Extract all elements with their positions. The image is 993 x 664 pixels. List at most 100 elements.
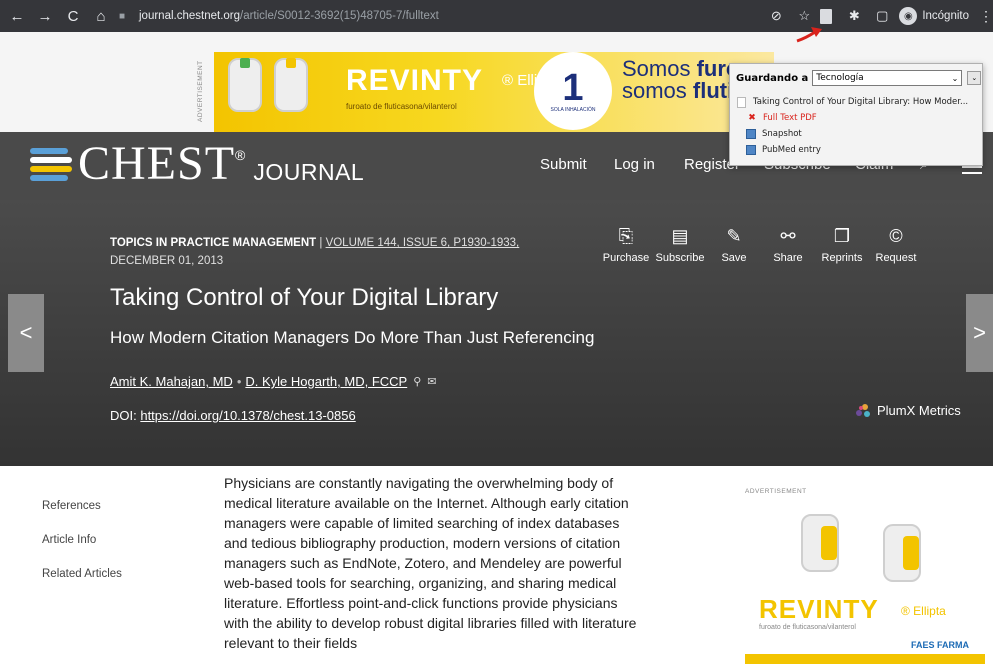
ad-tagline-prefix: somos	[622, 78, 693, 103]
zotero-collection-row: Guardando a Tecnología ⌄ ⌄	[736, 70, 982, 86]
sidebar-ad-company: FAES FARMA	[911, 640, 970, 650]
left-nav-article-info[interactable]: Article Info	[42, 534, 122, 546]
reprints-icon: ❐	[833, 226, 851, 246]
chevron-down-icon: ⌄	[951, 73, 959, 83]
author-link[interactable]: Amit K. Mahajan, MD	[110, 374, 233, 389]
side-panel-icon[interactable]: ▢	[871, 5, 893, 27]
doi-line: DOI: https://doi.org/10.1378/chest.13-08…	[110, 408, 356, 423]
action-label: Save	[721, 252, 747, 264]
doi-link[interactable]: https://doi.org/10.1378/chest.13-0856	[140, 408, 355, 423]
url-host: journal.chestnet.org	[139, 10, 241, 22]
journal-icon: ▤	[671, 226, 689, 246]
inhaler-image	[801, 514, 839, 572]
save-button[interactable]: ✎ Save	[708, 224, 760, 264]
zotero-attachment[interactable]: PubMed entry	[746, 142, 968, 158]
chest-journal-logo[interactable]: CHEST ® JOURNAL	[30, 138, 364, 190]
forward-icon[interactable]: →	[34, 5, 56, 27]
copyright-icon: ©	[889, 226, 903, 246]
nav-login[interactable]: Log in	[614, 156, 655, 173]
document-icon	[737, 96, 746, 108]
url-path: /article/S0012-3692(15)48705-7/fulltext	[240, 10, 439, 22]
sidebar-ad-product-suffix: ® Ellipta	[901, 604, 946, 618]
plumx-metrics-link[interactable]: PlumX Metrics	[856, 403, 961, 418]
save-icon: ✎	[726, 226, 742, 246]
extensions-icon[interactable]: ✱	[843, 5, 865, 27]
ad-brand: REVINTY	[346, 64, 484, 97]
zotero-item[interactable]: Taking Control of Your Digital Library: …	[736, 94, 968, 110]
action-label: Reprints	[821, 252, 863, 264]
ad-circle-caption: SOLA INHALACIÓN	[550, 107, 596, 113]
ad-creative[interactable]: REVINTY ® Ellipta furoato de fluticasona…	[214, 52, 774, 132]
zotero-item-list: Taking Control of Your Digital Library: …	[736, 94, 968, 158]
incognito-label: Incógnito	[922, 10, 969, 22]
next-article-chevron-icon[interactable]: >	[966, 294, 993, 372]
zotero-collection-select[interactable]: Tecnología ⌄	[812, 70, 963, 86]
red-arrow-annotation	[796, 27, 822, 43]
incognito-profile[interactable]: ◉ Incógnito	[899, 7, 969, 25]
address-bar[interactable]: ■ journal.chestnet.org /article/S0012-36…	[115, 5, 745, 27]
zotero-saving-label: Guardando a	[736, 72, 809, 84]
inhaler-image	[274, 58, 308, 112]
article-subtitle: How Modern Citation Managers Do More Tha…	[110, 328, 595, 347]
inhaler-image	[883, 524, 921, 582]
ad-circle: 1 SOLA INHALACIÓN	[534, 52, 612, 130]
plumx-label: PlumX Metrics	[877, 403, 961, 418]
action-label: Share	[773, 252, 803, 264]
article-hero: < > TOPICS IN PRACTICE MANAGEMENT | VOLU…	[0, 200, 993, 466]
author-link[interactable]: D. Kyle Hogarth, MD, FCCP	[245, 374, 407, 389]
browser-toolbar: ← → C ⌂ ■ journal.chestnet.org /article/…	[0, 0, 993, 32]
pdf-icon: ⎘	[618, 226, 634, 246]
sidebar-ad-drug: furoato de fluticasona/vilanterol	[759, 624, 856, 631]
article-volume[interactable]: VOLUME 144, ISSUE 6, P1930-1933,	[326, 237, 520, 249]
sidebar-ad: ADVERTISEMENT REVINTY ® Ellipta furoato …	[745, 488, 985, 664]
meta-separator: |	[316, 237, 326, 249]
abstract-text: Physicians are constantly navigating the…	[224, 475, 637, 651]
back-icon[interactable]: ←	[6, 5, 28, 27]
article-left-nav: References Article Info Related Articles	[42, 500, 122, 602]
zotero-item-title: Taking Control of Your Digital Library: …	[753, 97, 969, 107]
author-list: Amit K. Mahajan, MD • D. Kyle Hogarth, M…	[110, 374, 437, 389]
prev-article-chevron-icon[interactable]: <	[8, 294, 44, 372]
reload-icon[interactable]: C	[62, 5, 84, 27]
eye-off-icon[interactable]: ⊘	[765, 5, 787, 27]
email-icon[interactable]: ✉	[427, 375, 436, 388]
logo-chest-text: CHEST	[78, 137, 236, 190]
author-separator-icon: •	[236, 374, 242, 389]
zotero-attachment-label: PubMed entry	[762, 145, 821, 155]
menu-kebab-icon[interactable]: ⋮	[979, 8, 993, 25]
browser-window: ← → C ⌂ ■ journal.chestnet.org /article/…	[0, 0, 993, 664]
purchase-button[interactable]: ⎘ Purchase	[600, 224, 652, 264]
person-icon[interactable]: ⚲	[413, 375, 421, 388]
article-topic[interactable]: TOPICS IN PRACTICE MANAGEMENT	[110, 237, 316, 249]
zotero-collection-value: Tecnología	[816, 73, 864, 83]
ad-circle-number: 1	[562, 67, 584, 109]
article-meta: TOPICS IN PRACTICE MANAGEMENT | VOLUME 1…	[110, 234, 580, 270]
reprints-button[interactable]: ❐ Reprints	[816, 224, 868, 264]
zotero-expand-button[interactable]: ⌄	[967, 71, 982, 85]
doi-label: DOI:	[110, 408, 141, 423]
zotero-attachment-label: Snapshot	[762, 129, 802, 139]
sidebar-ad-label: ADVERTISEMENT	[745, 488, 807, 495]
left-nav-references[interactable]: References	[42, 500, 122, 512]
article-actions: ⎘ Purchase ▤ Subscribe ✎ Save ⚯ Share ❐ …	[600, 224, 924, 264]
lock-icon: ■	[119, 10, 126, 22]
left-nav-related-articles[interactable]: Related Articles	[42, 568, 122, 580]
ad-label: ADVERTISEMENT	[197, 60, 204, 122]
zotero-attachment-label: Full Text PDF	[763, 113, 817, 123]
sidebar-ad-creative[interactable]: REVINTY ® Ellipta furoato de fluticasona…	[745, 502, 985, 664]
zotero-attachment[interactable]: ✖ Full Text PDF	[746, 110, 968, 126]
request-button[interactable]: © Request	[870, 224, 922, 264]
share-button[interactable]: ⚯ Share	[762, 224, 814, 264]
zotero-save-icon[interactable]	[820, 8, 833, 24]
subscribe-button[interactable]: ▤ Subscribe	[654, 224, 706, 264]
logo-registered: ®	[235, 147, 246, 163]
logo-journal-text: JOURNAL	[253, 158, 365, 185]
snapshot-icon	[746, 129, 756, 139]
home-icon[interactable]: ⌂	[90, 5, 112, 27]
zotero-attachment[interactable]: Snapshot	[746, 126, 968, 142]
chest-logo-icon	[30, 144, 72, 184]
plumx-icon	[856, 403, 874, 418]
inhaler-image	[228, 58, 262, 112]
nav-submit[interactable]: Submit	[540, 156, 587, 173]
snapshot-icon	[746, 145, 756, 155]
